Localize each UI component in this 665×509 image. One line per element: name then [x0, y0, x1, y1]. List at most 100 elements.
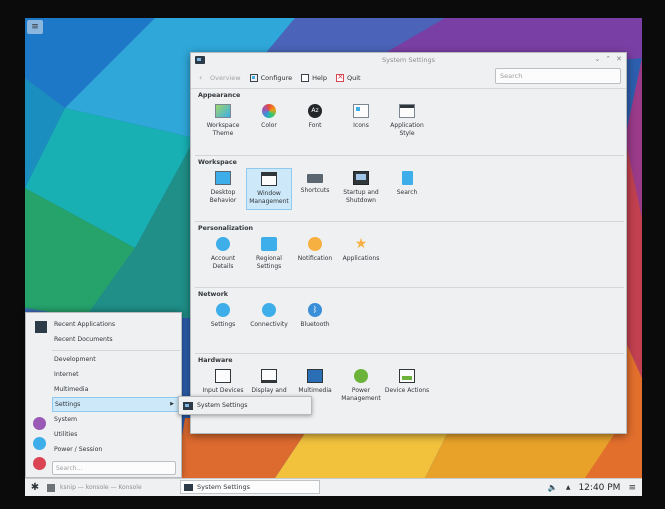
power-management-icon [354, 369, 368, 383]
settings-content: Appearance Workspace Theme Color Az Font … [191, 89, 628, 433]
item-label: Account Details [210, 255, 236, 270]
item-label: Display and [251, 387, 287, 394]
category-settings[interactable]: Settings ▶ [52, 397, 180, 412]
category-settings-label: Settings [55, 401, 81, 408]
close-icon[interactable]: ✕ [616, 55, 622, 63]
item-label: Notification [297, 255, 333, 262]
help-icon [301, 73, 310, 82]
item-label: Multimedia [298, 387, 332, 394]
minimize-icon[interactable]: ⌄ [594, 55, 600, 63]
pager-icon[interactable] [47, 483, 55, 492]
item-label: Window Management [249, 190, 289, 205]
recent-applications-item[interactable]: Recent Applications [52, 317, 180, 332]
help-label: Help [312, 73, 327, 82]
application-launcher-icon[interactable]: ✱ [28, 481, 42, 495]
applications-star-icon: ★ [354, 236, 368, 252]
taskbar-item-label: System Settings [197, 483, 250, 491]
section-workspace: Workspace Desktop Behavior Window Manage… [195, 155, 624, 210]
network-settings-item[interactable]: Settings [200, 300, 246, 342]
workspace-theme-item[interactable]: Workspace Theme [200, 101, 246, 143]
network-settings-icon [216, 303, 230, 317]
connectivity-icon [262, 303, 276, 317]
item-label: Icons [353, 122, 369, 129]
window-title: System Settings [382, 56, 435, 64]
category-utilities[interactable]: Utilities [52, 427, 180, 442]
tray-expand-icon[interactable]: ▲ [566, 484, 571, 491]
item-label: Search [396, 189, 418, 196]
system-settings-icon [183, 401, 193, 410]
panel-menu-icon[interactable]: ≡ [628, 483, 636, 493]
application-style-item[interactable]: Application Style [384, 101, 430, 143]
system-settings-task-icon [184, 483, 193, 491]
section-personalization: Personalization Account Details Regional… [195, 221, 624, 276]
help-button[interactable]: Help [301, 73, 327, 82]
maximize-icon[interactable]: ⌃ [605, 55, 611, 63]
submenu-arrow-icon: ▶ [170, 401, 174, 407]
desktop-toolbox-button[interactable]: ≡ [27, 20, 43, 34]
search-item[interactable]: Search [384, 168, 430, 210]
workspace-theme-icon [215, 104, 231, 118]
favorite-app-icon[interactable] [33, 457, 46, 470]
shortcuts-icon [307, 174, 323, 183]
item-label: Power Management [341, 387, 381, 402]
regional-settings-item[interactable]: Regional Settings [246, 234, 292, 276]
favorite-app-icon[interactable] [33, 417, 46, 430]
item-label: Regional Settings [256, 255, 282, 270]
bluetooth-item[interactable]: ᛒ Bluetooth [292, 300, 338, 342]
taskbar-item-inactive[interactable]: ksnip — konsole — Konsole [60, 484, 190, 491]
search-icon [401, 171, 413, 185]
application-style-icon [399, 104, 415, 118]
desktop-behavior-item[interactable]: Desktop Behavior [200, 168, 246, 210]
power-management-item[interactable]: Power Management [338, 366, 384, 408]
item-label: Applications [342, 255, 380, 262]
system-settings-menu-item[interactable]: System Settings [197, 402, 247, 409]
quit-button[interactable]: Quit [335, 72, 361, 82]
configure-button[interactable]: Configure [249, 73, 293, 82]
system-settings-window: System Settings ⌄ ⌃ ✕ ‹ Overview Configu… [190, 52, 627, 434]
display-icon [261, 369, 277, 383]
section-title: Appearance [198, 92, 241, 99]
item-label: Shortcuts [300, 187, 330, 194]
category-multimedia[interactable]: Multimedia [52, 382, 180, 397]
color-item[interactable]: Color [246, 101, 292, 143]
settings-submenu[interactable]: System Settings [178, 396, 312, 415]
taskbar-item-active[interactable]: System Settings [180, 480, 320, 494]
device-actions-item[interactable]: Device Actions [384, 366, 430, 408]
category-development[interactable]: Development [52, 352, 180, 367]
input-devices-icon [215, 369, 231, 383]
category-power-session[interactable]: Power / Session [52, 442, 180, 457]
startup-shutdown-item[interactable]: Startup and Shutdown [338, 168, 384, 210]
favorite-app-icon[interactable] [33, 437, 46, 450]
window-management-item[interactable]: Window Management [246, 168, 292, 210]
window-titlebar[interactable]: System Settings ⌄ ⌃ ✕ [191, 53, 626, 67]
overview-button[interactable]: ‹ Overview [199, 73, 241, 82]
launcher-search-input[interactable] [52, 461, 176, 475]
item-label: Input Devices [202, 387, 244, 394]
font-item[interactable]: Az Font [292, 101, 338, 143]
clock[interactable]: 12:40 PM [578, 483, 620, 493]
recent-applications-icon [35, 321, 47, 333]
shortcuts-item[interactable]: Shortcuts [292, 168, 338, 210]
item-label: Application Style [390, 122, 424, 137]
overview-label: Overview [210, 73, 241, 82]
configure-label: Configure [260, 73, 293, 82]
item-label: Startup and Shutdown [343, 189, 379, 204]
settings-search-input[interactable] [495, 68, 621, 84]
connectivity-item[interactable]: Connectivity [246, 300, 292, 342]
category-internet[interactable]: Internet [52, 367, 180, 382]
notification-item[interactable]: Notification [292, 234, 338, 276]
category-system[interactable]: System [52, 412, 180, 427]
recent-documents-item[interactable]: Recent Documents [52, 332, 180, 347]
volume-icon[interactable]: 🔈 [548, 483, 558, 492]
color-icon [262, 104, 276, 118]
account-details-icon [216, 237, 230, 251]
configure-icon [249, 73, 258, 82]
account-details-item[interactable]: Account Details [200, 234, 246, 276]
section-title: Hardware [195, 353, 624, 366]
item-label: Desktop Behavior [209, 189, 237, 204]
device-actions-icon [399, 369, 415, 383]
icons-item[interactable]: Icons [338, 101, 384, 143]
applications-item[interactable]: ★ Applications [338, 234, 384, 276]
taskbar-panel: ✱ ksnip — konsole — Konsole System Setti… [25, 478, 642, 496]
startup-shutdown-icon [353, 171, 369, 185]
